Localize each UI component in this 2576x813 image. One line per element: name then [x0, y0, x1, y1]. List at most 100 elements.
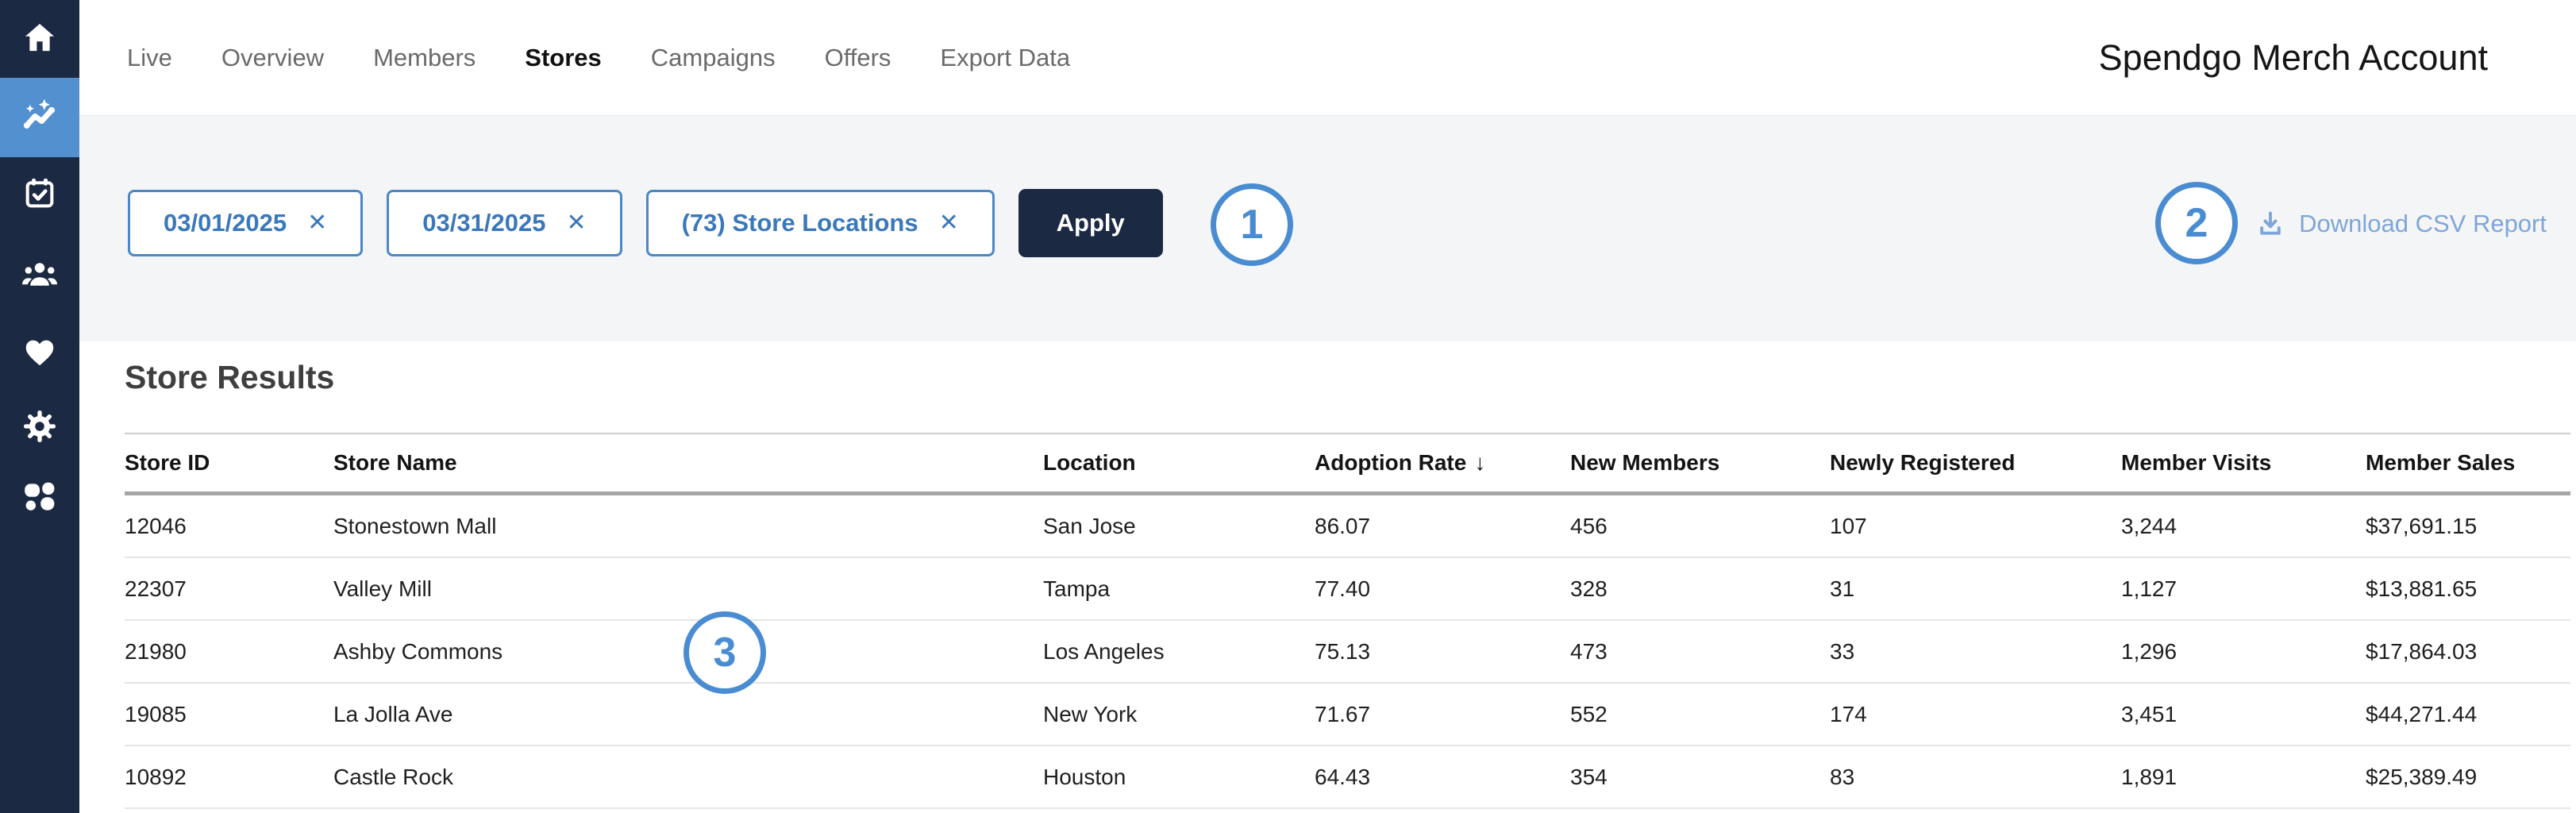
- sidebar-item-apps[interactable]: [0, 458, 79, 534]
- close-icon[interactable]: ✕: [307, 211, 327, 235]
- heart-icon: [21, 333, 58, 370]
- top-bar: Live Overview Members Stores Campaigns O…: [79, 0, 2576, 115]
- tab-members[interactable]: Members: [373, 44, 476, 72]
- cell-new-members: 552: [1570, 683, 1830, 746]
- column-header-store-name[interactable]: Store Name: [333, 433, 1043, 494]
- home-icon: [21, 20, 58, 56]
- filter-chip-store-locations-label: (73) Store Locations: [682, 209, 918, 237]
- filter-chip-store-locations[interactable]: (73) Store Locations ✕: [646, 190, 995, 256]
- cell-adoption-rate: 64.43: [1315, 746, 1570, 808]
- cell-newly-registered: 83: [1830, 746, 2121, 808]
- column-header-member-sales[interactable]: Member Sales: [2366, 433, 2570, 494]
- cell-member-visits: 1,891: [2121, 746, 2366, 808]
- filter-chip-end-date[interactable]: 03/31/2025 ✕: [387, 190, 622, 256]
- section-heading: Store Results: [125, 359, 334, 396]
- download-csv-link[interactable]: Download CSV Report: [2254, 207, 2547, 241]
- cell-member-sales: $13,881.65: [2366, 557, 2570, 620]
- cell-member-sales: $37,691.15: [2366, 494, 2570, 558]
- cell-store-id: 10892: [125, 746, 333, 808]
- cell-new-members: 328: [1570, 557, 1830, 620]
- tab-campaigns[interactable]: Campaigns: [651, 44, 776, 72]
- filter-chip-start-date[interactable]: 03/01/2025 ✕: [128, 190, 363, 256]
- group-icon: [21, 255, 59, 293]
- cell-store-name: Valley Mill: [333, 557, 1043, 620]
- cell-member-visits: 3,451: [2121, 683, 2366, 746]
- cell-newly-registered: 33: [1830, 620, 2121, 683]
- cell-member-visits: 1,296: [2121, 620, 2366, 683]
- apply-button[interactable]: Apply: [1018, 189, 1163, 257]
- cell-member-sales: $25,389.49: [2366, 746, 2570, 808]
- column-header-store-id[interactable]: Store ID: [125, 433, 333, 494]
- cell-adoption-rate: 77.40: [1315, 557, 1570, 620]
- tab-stores[interactable]: Stores: [525, 44, 601, 72]
- table-row: 10892 Castle Rock Houston 64.43 354 83 1…: [125, 746, 2570, 808]
- column-header-new-members[interactable]: New Members: [1570, 433, 1830, 494]
- close-icon[interactable]: ✕: [566, 211, 586, 235]
- filter-chip-row: 03/01/2025 ✕ 03/31/2025 ✕ (73) Store Loc…: [128, 190, 1163, 257]
- table-row: 22307 Valley Mill Tampa 77.40 328 31 1,1…: [125, 557, 2570, 620]
- sidebar: [0, 0, 79, 813]
- sidebar-item-analytics[interactable]: [0, 78, 79, 157]
- sidebar-item-settings[interactable]: [0, 388, 79, 464]
- sidebar-item-favorites[interactable]: [0, 314, 79, 390]
- cell-store-name: Stonestown Mall: [333, 494, 1043, 558]
- column-header-member-visits[interactable]: Member Visits: [2121, 433, 2366, 494]
- cell-member-sales: $44,271.44: [2366, 683, 2570, 746]
- cell-location: Houston: [1043, 746, 1315, 808]
- cell-store-name: La Jolla Ave: [333, 683, 1043, 746]
- cell-location: Los Angeles: [1043, 620, 1315, 683]
- column-header-newly-registered[interactable]: Newly Registered: [1830, 433, 2121, 494]
- annotation-step-2: 2: [2155, 182, 2238, 264]
- cell-adoption-rate: 75.13: [1315, 620, 1570, 683]
- cell-store-name: Castle Rock: [333, 746, 1043, 808]
- tab-offers[interactable]: Offers: [825, 44, 891, 72]
- gear-icon: [21, 408, 58, 445]
- sort-desc-icon: ↓: [1474, 450, 1485, 475]
- cell-new-members: 473: [1570, 620, 1830, 683]
- annotation-step-1: 1: [1211, 183, 1293, 266]
- account-title: Spendgo Merch Account: [2099, 0, 2488, 115]
- cell-location: San Jose: [1043, 494, 1315, 558]
- filter-chip-start-date-label: 03/01/2025: [164, 209, 287, 237]
- download-icon: [2254, 207, 2287, 241]
- cell-store-id: 19085: [125, 683, 333, 746]
- sidebar-item-members[interactable]: [0, 236, 79, 312]
- tab-live[interactable]: Live: [127, 44, 172, 72]
- store-results-table: Store ID Store Name Location Adoption Ra…: [125, 433, 2570, 809]
- cell-adoption-rate: 71.67: [1315, 683, 1570, 746]
- sidebar-item-home[interactable]: [0, 0, 79, 76]
- table-row: 19085 La Jolla Ave New York 71.67 552 17…: [125, 683, 2570, 746]
- table-row: 12046 Stonestown Mall San Jose 86.07 456…: [125, 494, 2570, 558]
- download-csv-label: Download CSV Report: [2299, 210, 2547, 238]
- column-header-adoption-rate-label: Adoption Rate: [1315, 450, 1466, 475]
- tab-export-data[interactable]: Export Data: [940, 44, 1070, 72]
- cell-store-id: 22307: [125, 557, 333, 620]
- cell-member-visits: 1,127: [2121, 557, 2366, 620]
- column-header-location[interactable]: Location: [1043, 433, 1315, 494]
- cell-newly-registered: 174: [1830, 683, 2121, 746]
- cell-newly-registered: 107: [1830, 494, 2121, 558]
- page: Live Overview Members Stores Campaigns O…: [0, 0, 2576, 813]
- primary-nav: Live Overview Members Stores Campaigns O…: [127, 0, 1070, 115]
- tab-overview[interactable]: Overview: [221, 44, 324, 72]
- cell-location: New York: [1043, 683, 1315, 746]
- column-header-adoption-rate[interactable]: Adoption Rate ↓: [1315, 433, 1570, 494]
- cell-adoption-rate: 86.07: [1315, 494, 1570, 558]
- annotation-step-3: 3: [683, 611, 766, 694]
- sidebar-item-calendar[interactable]: [0, 156, 79, 232]
- cell-newly-registered: 31: [1830, 557, 2121, 620]
- filter-chip-end-date-label: 03/31/2025: [422, 209, 545, 237]
- analytics-icon: [20, 98, 60, 137]
- cell-member-sales: $17,864.03: [2366, 620, 2570, 683]
- cell-new-members: 456: [1570, 494, 1830, 558]
- shapes-icon: [21, 477, 59, 515]
- cell-member-visits: 3,244: [2121, 494, 2366, 558]
- close-icon[interactable]: ✕: [939, 211, 959, 235]
- table-header-row: Store ID Store Name Location Adoption Ra…: [125, 433, 2570, 494]
- cell-store-id: 21980: [125, 620, 333, 683]
- store-results-section: Store Results Store ID Store Name Locati…: [79, 341, 2576, 813]
- cell-store-id: 12046: [125, 494, 333, 558]
- table-row: 21980 Ashby Commons Los Angeles 75.13 47…: [125, 620, 2570, 683]
- calendar-check-icon: [21, 175, 58, 212]
- cell-new-members: 354: [1570, 746, 1830, 808]
